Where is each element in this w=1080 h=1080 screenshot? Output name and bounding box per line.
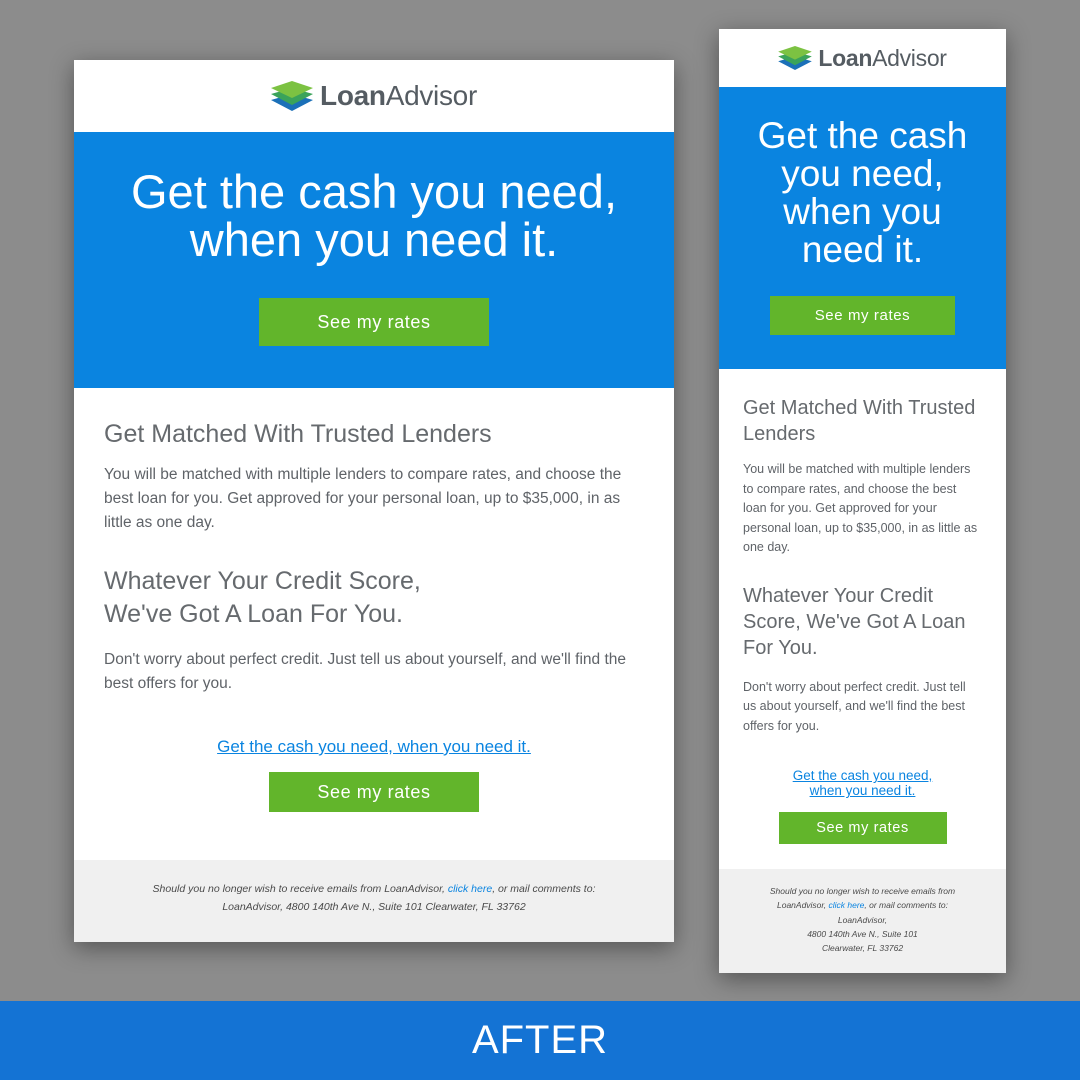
logo-wordmark-bold: Loan (320, 80, 386, 111)
email-content: Get Matched With Trusted Lenders You wil… (719, 369, 1006, 844)
logo-header: LoanAdvisor (74, 60, 674, 132)
see-my-rates-button[interactable]: See my rates (259, 298, 489, 346)
credit-title-line-2: We've Got A Loan For You. (104, 600, 403, 628)
hero-banner: Get the cash you need, when you need it.… (74, 132, 674, 388)
email-footer: Should you no longer wish to receive ema… (719, 869, 1006, 973)
email-content: Get Matched With Trusted Lenders You wil… (74, 388, 674, 812)
credit-section-title: Whatever Your Credit Score, We've Got A … (104, 565, 644, 631)
logo-wordmark-bold: Loan (818, 44, 873, 71)
logo-header: LoanAdvisor (719, 29, 1006, 87)
unsubscribe-link[interactable]: click here (829, 900, 865, 910)
email-footer: Should you no longer wish to receive ema… (74, 860, 674, 942)
footer-line-3: LoanAdvisor, (837, 914, 888, 925)
lenders-section-text: You will be matched with multiple lender… (104, 466, 622, 531)
logo-wordmark-regular: Advisor (385, 80, 478, 111)
footer-text-before: Should you no longer wish to receive ema… (152, 883, 448, 895)
lenders-section-title: Get Matched With Trusted Lenders (104, 420, 492, 448)
after-banner: AFTER (0, 1001, 1080, 1080)
credit-section-text: Don't worry about perfect credit. Just t… (743, 679, 966, 733)
mobile-email-preview: LoanAdvisor Get the cash you need, when … (719, 29, 1006, 973)
credit-section-text: Don't worry about perfect credit. Just t… (104, 651, 626, 692)
hero-title: Get the cash you need, when you need it. (757, 115, 968, 270)
hero-banner: Get the cash you need, when you need it.… (719, 87, 1006, 369)
credit-section-title: Whatever Your Credit Score, We've Got A … (743, 584, 966, 659)
credit-title-line-1: Whatever Your Credit Score, (104, 567, 421, 595)
loanadvisor-logo-icon (778, 46, 813, 70)
unsubscribe-link[interactable]: click here (448, 883, 492, 895)
lenders-section-text: You will be matched with multiple lender… (743, 462, 978, 554)
footer-line-4: 4800 140th Ave N., Suite 101 (807, 928, 918, 939)
logo-wordmark-regular: Advisor (872, 44, 947, 71)
lenders-section-title: Get Matched With Trusted Lenders (743, 397, 976, 445)
see-my-rates-button[interactable]: See my rates (770, 296, 955, 335)
footer-unsubscribe-text: Should you no longer wish to receive ema… (153, 883, 596, 895)
footer-address: LoanAdvisor, 4800 140th Ave N., Suite 10… (222, 901, 526, 913)
desktop-email-preview: LoanAdvisor Get the cash you need, when … (74, 60, 674, 942)
hero-title: Get the cash you need, when you need it. (131, 165, 617, 266)
footer-line-1: Should you no longer wish to receive ema… (769, 886, 956, 896)
get-cash-link[interactable]: Get the cash you need, when you need it. (104, 736, 644, 758)
footer-text-before: LoanAdvisor, (776, 900, 829, 911)
see-my-rates-bottom-button[interactable]: See my rates (269, 772, 479, 812)
see-my-rates-bottom-button[interactable]: See my rates (778, 812, 947, 844)
get-cash-link[interactable]: Get the cash you need, when you need it. (743, 768, 982, 798)
loanadvisor-logo-icon (271, 81, 314, 111)
footer-text-after: , or mail comments to: (864, 900, 949, 911)
logo-wordmark: LoanAdvisor (320, 80, 477, 112)
footer-line-2: LoanAdvisor, click here, or mail comment… (739, 898, 986, 912)
logo-wordmark: LoanAdvisor (818, 44, 947, 72)
footer-line-5: Clearwater, FL 33762 (821, 943, 904, 954)
footer-text-after: , or mail comments to: (492, 883, 596, 895)
